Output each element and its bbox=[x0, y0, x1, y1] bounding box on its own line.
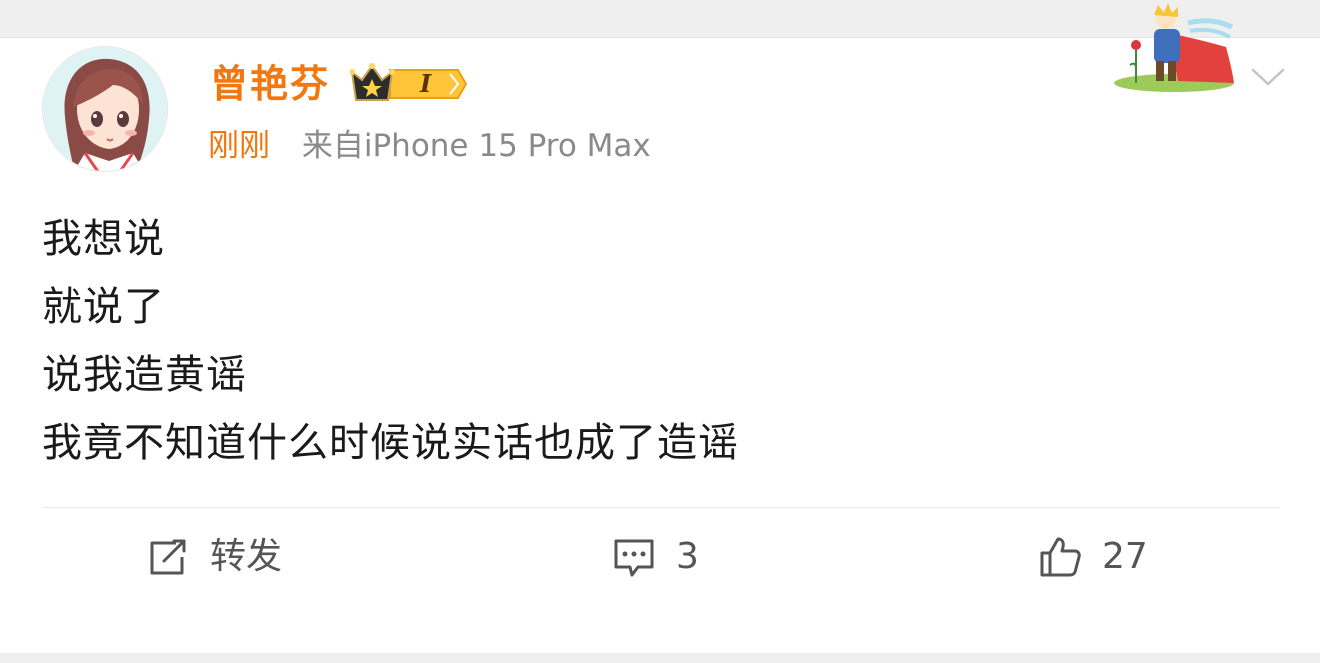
post-text-line: 我竟不知道什么时候说实话也成了造谣 bbox=[42, 420, 739, 466]
username[interactable]: 曾艳芬 bbox=[210, 60, 330, 108]
post-source: 来自iPhone 15 Pro Max bbox=[301, 128, 651, 164]
comment-icon bbox=[614, 539, 654, 577]
repost-button[interactable]: 转发 bbox=[146, 532, 282, 582]
post-text-line: 说我造黄谣 bbox=[42, 352, 247, 398]
post-text-line: 我想说 bbox=[42, 216, 165, 262]
like-icon bbox=[1040, 537, 1081, 577]
repost-label: 转发 bbox=[210, 536, 283, 577]
avatar[interactable] bbox=[42, 46, 168, 172]
repost-icon bbox=[150, 539, 186, 575]
chevron-down-icon bbox=[1251, 68, 1285, 86]
post-time: 刚刚 bbox=[208, 128, 270, 164]
post-content[interactable]: 我想说 就说了 说我造黄谣 我竟不知道什么时候说实话也成了造谣 bbox=[42, 205, 739, 477]
vip-crown-icon bbox=[349, 63, 468, 101]
vip-level-text: I bbox=[420, 69, 432, 98]
bottom-separator bbox=[0, 653, 1320, 663]
like-count: 27 bbox=[1102, 536, 1148, 577]
comment-count: 3 bbox=[676, 536, 699, 577]
like-button[interactable]: 27 bbox=[1038, 532, 1148, 582]
comment-button[interactable]: 3 bbox=[612, 532, 699, 582]
action-divider bbox=[42, 507, 1280, 508]
post-meta: 刚刚 来自iPhone 15 Pro Max bbox=[208, 126, 651, 166]
little-prince-sticker bbox=[1108, 3, 1238, 93]
avatar-image bbox=[43, 47, 167, 171]
post-text-line: 就说了 bbox=[42, 284, 165, 330]
vip-badge[interactable]: I bbox=[349, 62, 470, 106]
more-menu-button[interactable] bbox=[1248, 62, 1288, 92]
